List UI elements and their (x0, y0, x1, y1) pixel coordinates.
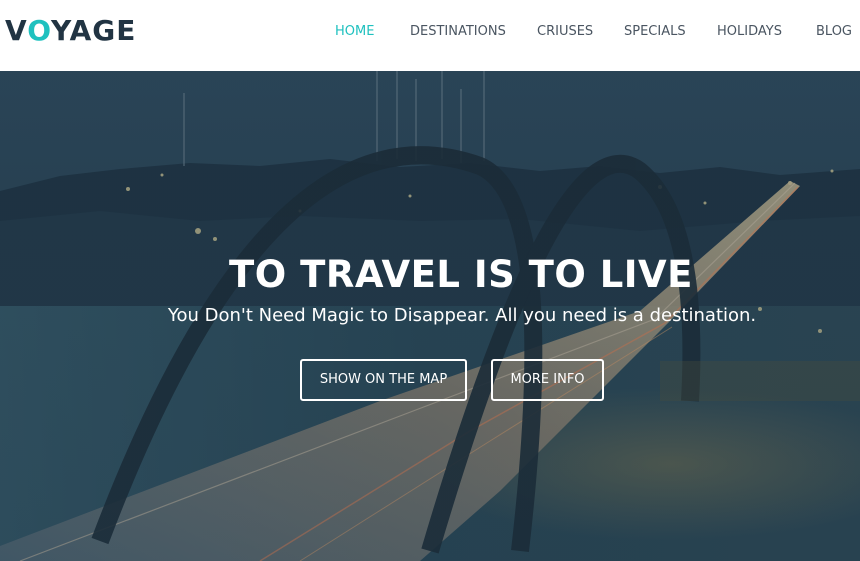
hero-title: TO TRAVEL IS TO LIVE (229, 253, 693, 296)
hero-subtitle: You Don't Need Magic to Disappear. All y… (167, 305, 757, 326)
hero-section: TO TRAVEL IS TO LIVE You Don't Need Magi… (0, 71, 860, 561)
nav-item-cruises[interactable]: CRIUSES (537, 24, 593, 40)
hero-content: TO TRAVEL IS TO LIVE You Don't Need Magi… (0, 71, 860, 561)
nav-item-holidays[interactable]: HOLIDAYS (717, 24, 782, 40)
nav-item-specials[interactable]: SPECIALS (624, 24, 686, 40)
main-nav: HOME DESTINATIONS CRIUSES SPECIALS HOLID… (0, 24, 860, 40)
more-info-button[interactable]: MORE INFO (491, 359, 604, 401)
nav-item-destinations[interactable]: DESTINATIONS (410, 24, 506, 40)
nav-item-blog[interactable]: BLOG (816, 24, 852, 40)
nav-item-home[interactable]: HOME (335, 24, 374, 40)
site-header: VOYAGE HOME DESTINATIONS CRIUSES SPECIAL… (0, 0, 860, 71)
show-on-map-button[interactable]: SHOW ON THE MAP (300, 359, 467, 401)
